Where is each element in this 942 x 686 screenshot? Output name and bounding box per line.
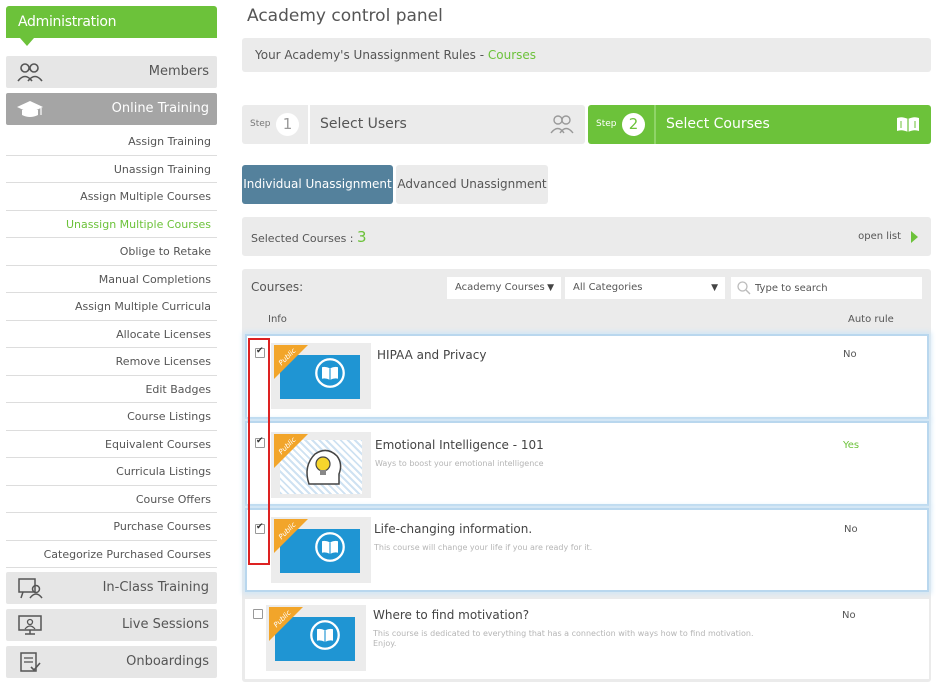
step-divider [308, 105, 310, 144]
step-number: 2 [622, 113, 645, 136]
step-number: 1 [276, 113, 299, 136]
sidebar-category-label: Live Sessions [121, 617, 209, 632]
course-row[interactable]: Public Where to find motivation? This co… [245, 599, 929, 679]
sidebar-item-assign-multiple-curricula[interactable]: Assign Multiple Curricula [6, 293, 217, 321]
step-word: Step [250, 119, 271, 129]
sidebar-category-onboardings[interactable]: Onboardings [6, 646, 217, 678]
search-input[interactable] [755, 277, 915, 299]
selected-courses-bar: Selected Courses : 3 open list [242, 217, 931, 256]
sidebar-category-members[interactable]: Members [6, 56, 217, 88]
users-icon [550, 115, 574, 134]
book-icon [315, 358, 345, 388]
course-auto-rule: Yes [843, 440, 860, 451]
course-title: Emotional Intelligence - 101 [375, 438, 544, 452]
course-auto-rule: No [843, 349, 857, 360]
sidebar-category-label: In-Class Training [102, 580, 209, 595]
dropdown-caret-icon: ▼ [547, 283, 554, 293]
sidebar-item-curricula-listings[interactable]: Curricula Listings [6, 458, 217, 486]
sidebar-item-allocate-licenses[interactable]: Allocate Licenses [6, 321, 217, 348]
book-icon [310, 620, 340, 650]
column-header-info: Info [268, 314, 287, 325]
rules-prefix: Your Academy's Unassignment Rules - [255, 48, 488, 62]
sidebar-item-manual-completions[interactable]: Manual Completions [6, 266, 217, 293]
play-arrow-icon[interactable] [911, 231, 918, 243]
sidebar-item-unassign-multiple-courses[interactable]: Unassign Multiple Courses [6, 211, 217, 238]
members-icon [17, 63, 43, 82]
sidebar-item-assign-training[interactable]: Assign Training [6, 128, 217, 156]
course-title: Where to find motivation? [373, 608, 530, 622]
sidebar-category-in-class-training[interactable]: In-Class Training [6, 572, 217, 604]
courses-panel: Courses: Academy Courses ▼ All Categorie… [242, 269, 931, 682]
tab-individual-unassignment[interactable]: Individual Unassignment [242, 165, 393, 204]
sidebar-item-equivalent-courses[interactable]: Equivalent Courses [6, 431, 217, 458]
step-divider [654, 105, 656, 144]
classroom-icon [18, 578, 43, 599]
sidebar-item-course-listings[interactable]: Course Listings [6, 403, 217, 431]
unassignment-rules-bar: Your Academy's Unassignment Rules - Cour… [242, 38, 931, 72]
online-training-submenu: Assign Training Unassign Training Assign… [6, 128, 217, 568]
course-description: Ways to boost your emotional intelligenc… [375, 459, 544, 468]
sidebar-category-label: Onboardings [126, 654, 209, 669]
course-title: Life-changing information. [374, 522, 533, 536]
selected-count: 3 [357, 228, 367, 246]
sidebar-item-course-offers[interactable]: Course Offers [6, 486, 217, 513]
monitor-presenter-icon [18, 615, 42, 635]
sidebar-category-live-sessions[interactable]: Live Sessions [6, 609, 217, 641]
categories-select[interactable]: All Categories ▼ [565, 277, 725, 299]
step-select-users[interactable]: Step 1 Select Users [242, 105, 585, 144]
course-row[interactable]: Public Emotional Intelligence - 101 Ways… [245, 421, 929, 506]
dropdown-caret-icon: ▼ [711, 283, 718, 293]
sidebar-item-categorize-purchased-courses[interactable]: Categorize Purchased Courses [6, 541, 217, 568]
select-value: Academy Courses [455, 282, 545, 293]
course-row[interactable]: Public HIPAA and Privacy No [245, 334, 929, 419]
academy-courses-select[interactable]: Academy Courses ▼ [447, 277, 561, 299]
course-thumbnail: Public [266, 605, 366, 671]
book-icon [315, 532, 345, 562]
step-label: Select Courses [666, 116, 770, 132]
checklist-icon [20, 652, 41, 672]
select-value: All Categories [573, 282, 643, 293]
sidebar-category-label: Online Training [111, 101, 209, 116]
course-thumbnail: Public [271, 432, 371, 498]
column-header-auto-rule: Auto rule [848, 314, 894, 325]
course-checkbox[interactable] [253, 609, 263, 619]
course-description: This course is dedicated to everything t… [373, 629, 754, 648]
course-row[interactable]: Public Life-changing information. This c… [245, 508, 929, 592]
course-auto-rule: No [842, 610, 856, 621]
sidebar-item-unassign-training[interactable]: Unassign Training [6, 156, 217, 183]
step-select-courses[interactable]: Step 2 Select Courses [588, 105, 931, 144]
courses-label: Courses: [251, 280, 304, 294]
sidebar-item-purchase-courses[interactable]: Purchase Courses [6, 513, 217, 541]
course-title: HIPAA and Privacy [377, 348, 487, 362]
sidebar-item-assign-multiple-courses[interactable]: Assign Multiple Courses [6, 183, 217, 211]
tab-advanced-unassignment[interactable]: Advanced Unassignment [396, 165, 548, 204]
header-pointer [20, 38, 34, 46]
sidebar-item-edit-badges[interactable]: Edit Badges [6, 376, 217, 403]
sidebar-category-label: Members [148, 64, 209, 79]
open-book-icon [897, 117, 919, 132]
selected-label-text: Selected Courses : [251, 232, 358, 245]
sidebar-category-online-training[interactable]: Online Training [6, 93, 217, 125]
course-thumbnail: Public [271, 517, 371, 583]
sidebar-item-remove-licenses[interactable]: Remove Licenses [6, 348, 217, 376]
selected-courses-label: Selected Courses : 3 [251, 217, 367, 259]
course-thumbnail: Public [271, 343, 371, 409]
course-auto-rule: No [844, 524, 858, 535]
open-list-link[interactable]: open list [858, 217, 901, 256]
rules-courses-link[interactable]: Courses [488, 48, 536, 62]
administration-header[interactable]: Administration [6, 6, 217, 38]
step-label: Select Users [320, 116, 407, 132]
graduation-cap-icon [17, 101, 43, 117]
page-title: Academy control panel [247, 6, 443, 26]
course-description: This course will change your life if you… [374, 543, 593, 552]
search-box [731, 277, 922, 299]
sidebar-item-oblige-to-retake[interactable]: Oblige to Retake [6, 238, 217, 266]
checkbox-highlight-box [248, 338, 270, 565]
step-word: Step [596, 119, 617, 129]
search-icon [737, 281, 751, 295]
